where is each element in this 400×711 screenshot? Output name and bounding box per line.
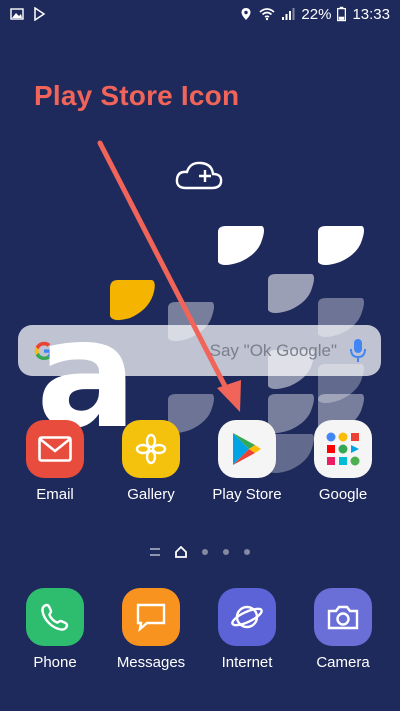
annotation-title: Play Store Icon bbox=[34, 80, 240, 111]
app-google-folder[interactable]: Google bbox=[303, 420, 383, 503]
app-label: Play Store bbox=[212, 486, 282, 503]
menu-icon bbox=[150, 548, 160, 556]
app-label: Camera bbox=[316, 654, 370, 671]
page-dot bbox=[244, 549, 250, 555]
app-internet[interactable]: Internet bbox=[207, 588, 287, 671]
microphone-icon[interactable] bbox=[349, 338, 367, 364]
app-email[interactable]: Email bbox=[15, 420, 95, 503]
page-dot bbox=[202, 549, 208, 555]
search-hint: Say "Ok Google" bbox=[209, 340, 337, 360]
app-label: Messages bbox=[116, 654, 186, 671]
camera-icon bbox=[314, 588, 372, 646]
page-dot bbox=[223, 549, 229, 555]
gallery-icon bbox=[122, 420, 180, 478]
app-messages[interactable]: Messages bbox=[111, 588, 191, 671]
app-label: Internet bbox=[221, 654, 273, 671]
app-play-store[interactable]: Play Store bbox=[207, 420, 287, 503]
internet-icon bbox=[218, 588, 276, 646]
app-gallery[interactable]: Gallery bbox=[111, 420, 191, 503]
app-label: Phone bbox=[33, 654, 77, 671]
page-indicator[interactable] bbox=[150, 545, 250, 559]
app-label: Google bbox=[318, 486, 368, 503]
add-cloud-icon[interactable] bbox=[175, 161, 223, 190]
app-camera[interactable]: Camera bbox=[303, 588, 383, 671]
google-folder-icon bbox=[314, 420, 372, 478]
app-phone[interactable]: Phone bbox=[15, 588, 95, 671]
app-label: Email bbox=[36, 486, 74, 503]
app-label: Gallery bbox=[127, 486, 175, 503]
phone-icon bbox=[26, 588, 84, 646]
messages-icon bbox=[122, 588, 180, 646]
play-store-icon bbox=[218, 420, 276, 478]
home-icon bbox=[175, 546, 187, 558]
email-icon bbox=[26, 420, 84, 478]
